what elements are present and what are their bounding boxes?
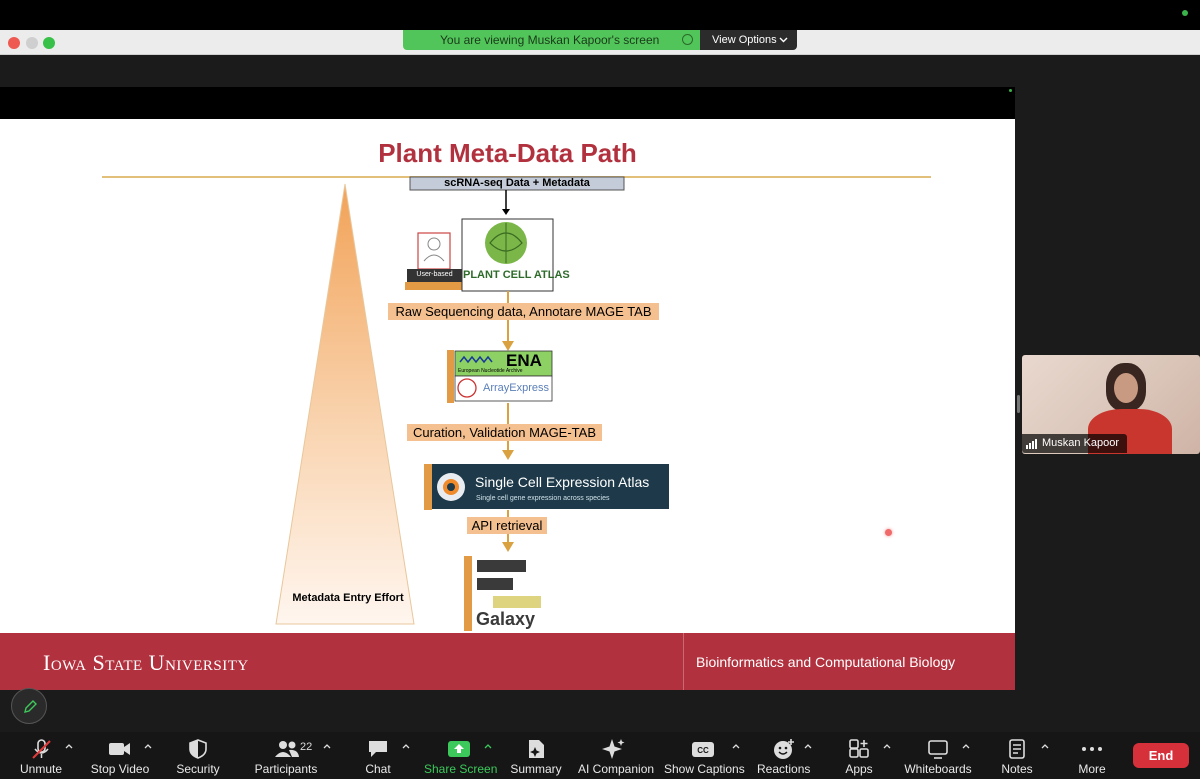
viewing-banner-text: You are viewing Muskan Kapoor's screen xyxy=(440,33,660,47)
summary-button[interactable]: Summary xyxy=(510,732,562,779)
pencil-icon xyxy=(24,700,37,713)
caret-up-icon[interactable] xyxy=(732,742,740,750)
caret-up-icon[interactable] xyxy=(883,742,891,750)
participants-count: 22 xyxy=(300,741,313,753)
user-based-label: User-based xyxy=(416,271,453,278)
arrayexpress-label: ArrayExpress xyxy=(483,382,550,394)
effort-label: Metadata Entry Effort xyxy=(292,592,404,604)
flow-diagram xyxy=(275,176,669,631)
participants-label: Participants xyxy=(254,762,318,776)
caret-up-icon[interactable] xyxy=(144,742,152,750)
caret-up-icon[interactable] xyxy=(962,742,970,750)
microphone-muted-icon xyxy=(32,739,51,759)
annotate-button[interactable] xyxy=(11,688,47,724)
shield-icon xyxy=(189,739,207,759)
status-dot xyxy=(1182,10,1188,16)
maximize-window-button[interactable] xyxy=(43,37,55,49)
apps-icon xyxy=(849,739,869,758)
chat-label: Chat xyxy=(365,762,391,776)
minimize-window-button[interactable] xyxy=(26,37,38,49)
caret-up-icon[interactable] xyxy=(1041,742,1049,750)
participants-icon xyxy=(275,741,299,757)
stop-video-label: Stop Video xyxy=(90,762,150,776)
viewing-banner: You are viewing Muskan Kapoor's screen xyxy=(403,30,700,50)
reactions-label: Reactions xyxy=(757,762,811,776)
participant-name-tag: Muskan Kapoor xyxy=(1022,434,1127,453)
share-top-margin xyxy=(0,87,1015,119)
whiteboards-button[interactable]: Whiteboards xyxy=(904,732,972,779)
slide-footer: Iowa State University Bioinformatics and… xyxy=(0,633,1015,690)
video-camera-icon xyxy=(109,743,130,755)
caret-up-icon[interactable] xyxy=(65,742,73,750)
participant-name: Muskan Kapoor xyxy=(1042,437,1120,449)
show-captions-button[interactable]: CC Show Captions xyxy=(664,732,745,779)
chevron-down-icon xyxy=(779,37,788,43)
indicator-dot xyxy=(1009,89,1012,92)
view-options-label: View Options xyxy=(712,34,777,46)
arrow-down-icon xyxy=(502,209,510,215)
scea-subtitle: Single cell gene expression across speci… xyxy=(476,495,610,502)
share-status-icon xyxy=(682,34,693,45)
share-screen-icon xyxy=(448,741,470,757)
caret-up-icon[interactable] xyxy=(484,742,492,750)
ena-sub-label: European Nucleotide Archive xyxy=(458,368,523,374)
apps-label: Apps xyxy=(845,762,873,776)
whiteboards-label: Whiteboards xyxy=(904,762,972,776)
show-captions-label: Show Captions xyxy=(664,762,745,776)
caret-up-icon[interactable] xyxy=(402,742,410,750)
laser-pointer xyxy=(885,529,892,536)
security-label: Security xyxy=(176,762,220,776)
chat-button[interactable]: Chat xyxy=(362,732,394,779)
closed-captions-icon: CC xyxy=(692,742,714,757)
notes-label: Notes xyxy=(1001,762,1033,776)
meeting-toolbar: Unmute Stop Video Security 22 Participan… xyxy=(0,732,1200,779)
reactions-button[interactable]: Reactions xyxy=(757,732,811,779)
step1-label: Raw Sequencing data, Annotare MAGE TAB xyxy=(395,304,652,319)
caret-up-icon[interactable] xyxy=(323,742,331,750)
top-bar xyxy=(0,0,1200,30)
chat-bubble-icon xyxy=(369,741,387,757)
galaxy-logo xyxy=(477,560,541,608)
apps-button[interactable]: Apps xyxy=(842,732,876,779)
emoji-plus-icon xyxy=(774,739,794,759)
effort-triangle xyxy=(275,183,415,625)
galaxy-label: Galaxy xyxy=(476,609,536,629)
more-button[interactable]: More xyxy=(1075,732,1109,779)
summary-label: Summary xyxy=(510,762,562,776)
caret-up-icon[interactable] xyxy=(804,742,812,750)
scea-title: Single Cell Expression Atlas xyxy=(475,474,650,490)
more-dots-icon xyxy=(1082,747,1102,751)
unmute-label: Unmute xyxy=(19,762,63,776)
footer-divider xyxy=(683,633,684,690)
department-label: Bioinformatics and Computational Biology xyxy=(696,654,956,670)
signal-icon xyxy=(1026,439,1037,449)
view-options-button[interactable]: View Options xyxy=(700,30,797,50)
close-window-button[interactable] xyxy=(8,37,20,49)
notes-button[interactable]: Notes xyxy=(998,732,1036,779)
plant-cell-atlas-label: PLANT CELL ATLAS xyxy=(463,269,570,281)
participants-button[interactable]: 22 Participants xyxy=(254,732,318,779)
unmute-button[interactable]: Unmute xyxy=(14,732,68,779)
whiteboard-icon xyxy=(928,740,948,759)
ai-companion-button[interactable]: AI Companion xyxy=(578,732,655,779)
shared-slide: Plant Meta-Data Path scRNA-seq Data + Me… xyxy=(0,119,1015,633)
end-meeting-button[interactable]: End xyxy=(1133,743,1189,768)
svg-text:CC: CC xyxy=(697,746,709,755)
security-button[interactable]: Security xyxy=(174,732,222,779)
share-screen-label: Share Screen xyxy=(424,762,498,776)
top-data-label: scRNA-seq Data + Metadata xyxy=(444,177,590,189)
step2-label: Curation, Validation MAGE-TAB xyxy=(412,425,597,440)
ai-sparkle-icon xyxy=(602,739,625,759)
step3-label: API retrieval xyxy=(471,518,543,533)
ai-companion-label: AI Companion xyxy=(578,762,655,776)
university-logo-text: Iowa State University xyxy=(43,650,249,675)
stop-video-button[interactable]: Stop Video xyxy=(89,732,151,779)
more-label: More xyxy=(1078,762,1106,776)
notes-icon xyxy=(1009,739,1025,759)
share-screen-button[interactable]: Share Screen xyxy=(424,732,498,779)
participant-face xyxy=(1114,373,1138,403)
summary-document-icon xyxy=(529,740,544,758)
panel-resize-handle[interactable] xyxy=(1017,395,1020,413)
